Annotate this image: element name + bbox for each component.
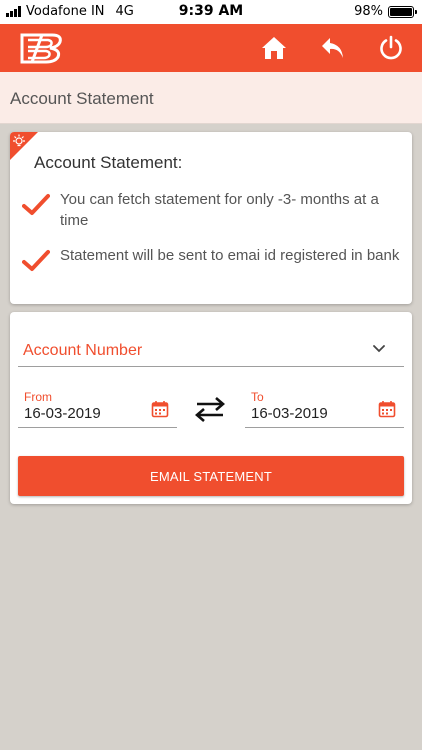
to-date-value: 16-03-2019 <box>251 405 328 422</box>
calendar-icon[interactable] <box>378 400 396 418</box>
battery-icon <box>388 5 417 18</box>
account-number-placeholder: Account Number <box>23 342 143 359</box>
status-right: 98% <box>354 4 417 19</box>
status-bar: Vodafone IN 4G 9:39 AM 98% <box>0 0 422 24</box>
lightbulb-icon <box>12 134 26 153</box>
from-date-label: From <box>24 390 52 404</box>
bank-logo-icon <box>20 31 66 70</box>
email-statement-button[interactable]: EMAIL STATEMENT <box>18 456 404 496</box>
checkmark-icon <box>22 250 50 271</box>
from-date-value: 16-03-2019 <box>24 405 101 422</box>
to-date-field[interactable]: To 16-03-2019 <box>245 390 404 428</box>
battery-percent: 98% <box>354 4 383 19</box>
account-number-dropdown[interactable]: Account Number <box>18 336 404 367</box>
statement-form-card: Account Number From 16-03-2019 To 16-03-… <box>10 312 412 504</box>
checkmark-icon <box>22 194 50 215</box>
info-note-text: You can fetch statement for only -3- mon… <box>60 191 379 229</box>
calendar-icon[interactable] <box>151 400 169 418</box>
to-date-label: To <box>251 390 264 404</box>
page-title-bar: Account Statement <box>0 72 422 124</box>
from-date-field[interactable]: From 16-03-2019 <box>18 390 177 428</box>
app-header <box>0 24 422 72</box>
page-title: Account Statement <box>10 89 154 108</box>
power-icon[interactable] <box>375 32 407 64</box>
battery-level <box>390 7 412 16</box>
info-note-text: Statement will be sent to emai id regist… <box>60 247 400 264</box>
chevron-down-icon <box>373 345 385 353</box>
home-icon[interactable] <box>258 32 290 64</box>
info-card: Account Statement: You can fetch stateme… <box>10 132 412 304</box>
swap-arrows-icon[interactable] <box>194 396 226 427</box>
info-card-title: Account Statement: <box>34 153 183 172</box>
back-arrow-icon[interactable] <box>317 32 349 64</box>
